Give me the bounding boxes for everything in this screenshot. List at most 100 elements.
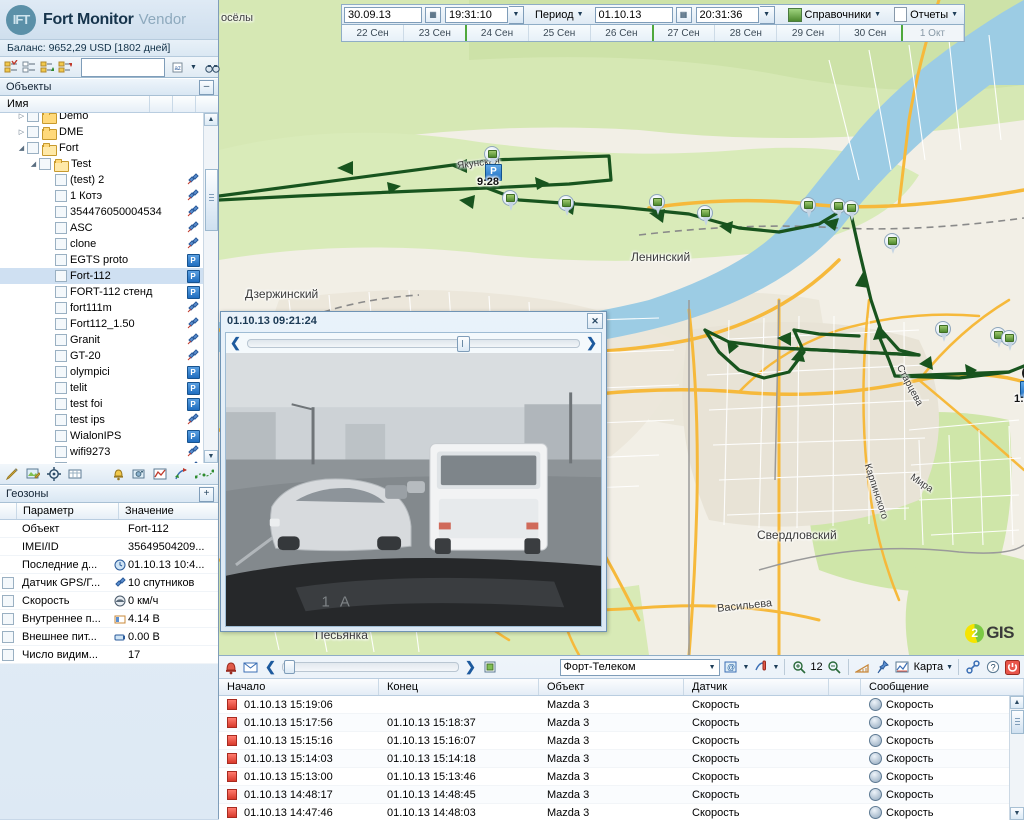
chevron-down-icon[interactable]: ▼ xyxy=(190,64,197,71)
date-from-field[interactable]: 30.09.13 xyxy=(344,6,422,23)
track-point-marker[interactable] xyxy=(884,233,900,255)
tree-checkbox[interactable] xyxy=(55,350,67,362)
chevron-down-icon[interactable]: ▼ xyxy=(743,664,750,671)
tree-checkbox[interactable] xyxy=(55,446,67,458)
date-to-field[interactable]: 01.10.13 xyxy=(594,6,673,23)
tree-row-icon[interactable]: P xyxy=(184,253,202,267)
photo-icon[interactable] xyxy=(131,466,147,482)
track-point-marker[interactable] xyxy=(1001,330,1017,352)
tree-row-icon[interactable]: P xyxy=(184,269,202,283)
tree-item-row[interactable]: clone xyxy=(0,236,204,252)
mail-icon[interactable] xyxy=(242,659,259,676)
param-checkbox-box[interactable] xyxy=(2,594,14,607)
tree-item-row[interactable]: ASC xyxy=(0,220,204,236)
timeline-day[interactable]: 23 Сен xyxy=(404,25,467,41)
tree-checkbox[interactable] xyxy=(55,318,67,330)
tree-checkbox[interactable] xyxy=(55,462,67,463)
scroll-up-button[interactable]: ▲ xyxy=(204,113,218,126)
tree-checkbox[interactable] xyxy=(55,270,67,282)
param-row[interactable]: Число видим... 17 xyxy=(0,646,218,664)
timeline-day[interactable]: 24 Сен xyxy=(465,25,529,41)
tree-item-row[interactable]: Granit xyxy=(0,332,204,348)
bell-icon[interactable] xyxy=(222,659,239,676)
tree-row-icon[interactable]: P xyxy=(184,365,202,379)
period-button[interactable]: Период ▼ xyxy=(531,6,588,23)
tree-row-icon[interactable] xyxy=(184,332,202,348)
param-row[interactable]: Датчик GPS/Г... 10 спутников xyxy=(0,574,218,592)
tree-row-icon[interactable] xyxy=(184,236,202,252)
tree-item-row[interactable]: zond1 xyxy=(0,460,204,463)
track-point-marker[interactable] xyxy=(558,195,574,217)
grid-column-header[interactable] xyxy=(829,679,861,695)
catalogs-button[interactable]: Справочники ▼ xyxy=(784,6,886,23)
tree-checkbox[interactable] xyxy=(39,158,51,170)
table-icon[interactable] xyxy=(67,466,83,482)
tree-item-row[interactable]: test ips xyxy=(0,412,204,428)
at-icon[interactable]: @ xyxy=(723,659,740,676)
chevron-right-icon[interactable]: ▷ xyxy=(16,128,27,136)
calendar-icon[interactable]: ▦ xyxy=(425,6,441,23)
scroll-down-button[interactable]: ▼ xyxy=(204,450,218,463)
chevron-down-icon[interactable]: ◢ xyxy=(28,160,39,168)
expand-tree-icon[interactable] xyxy=(39,58,55,76)
timeline-day[interactable]: 30 Сен xyxy=(840,25,902,41)
zoom-out-icon[interactable] xyxy=(826,659,843,676)
tree-checkbox[interactable] xyxy=(55,254,67,266)
route-icon[interactable] xyxy=(173,466,189,482)
close-icon[interactable]: ✕ xyxy=(587,313,603,329)
tree-item-row[interactable]: test foi P xyxy=(0,396,204,412)
tree-item-row[interactable]: 1 Котэ xyxy=(0,188,204,204)
tree-row-icon[interactable]: P xyxy=(184,285,202,299)
tree-row-icon[interactable] xyxy=(184,300,202,316)
table-row[interactable]: 01.10.13 15:19:06 Mazda 3 Скорость Скорость xyxy=(219,696,1009,714)
tree-row-icon[interactable] xyxy=(184,220,202,236)
timeline-day[interactable]: 26 Сен xyxy=(591,25,654,41)
chevron-down-icon[interactable]: ▼ xyxy=(946,664,953,671)
timeline-day[interactable]: 1 Окт xyxy=(900,25,965,41)
edit-icon[interactable] xyxy=(4,466,20,482)
tree-item-row[interactable]: WialonIPS P xyxy=(0,428,204,444)
map-menu-label[interactable]: Карта xyxy=(914,661,943,673)
search-input[interactable] xyxy=(81,57,165,77)
prev-button[interactable]: ❮ xyxy=(262,659,279,676)
power-icon[interactable] xyxy=(1004,659,1021,676)
track-point-marker[interactable] xyxy=(843,200,859,222)
sort-az-icon[interactable]: az xyxy=(171,58,188,76)
time-to-dropdown-icon[interactable]: ▼ xyxy=(759,5,775,24)
layers-icon[interactable] xyxy=(894,659,911,676)
scroll-up-button[interactable]: ▲ xyxy=(1010,696,1024,709)
table-row[interactable]: 01.10.13 15:17:56 01.10.13 15:18:37 Mazda … xyxy=(219,714,1009,732)
tree-item-row[interactable]: (test) 2 xyxy=(0,172,204,188)
tree-folder-row[interactable]: ▷ Demo xyxy=(0,113,204,124)
target-icon[interactable] xyxy=(46,466,62,482)
tree-checkbox[interactable] xyxy=(55,334,67,346)
timeline-day[interactable]: 22 Сен xyxy=(342,25,405,41)
chevron-down-icon[interactable]: ▼ xyxy=(772,664,779,671)
select-all-icon[interactable] xyxy=(3,58,19,76)
param-checkbox[interactable] xyxy=(0,630,16,643)
add-icon[interactable]: + xyxy=(199,486,214,502)
tree-checkbox[interactable] xyxy=(27,142,39,154)
messages-slider-thumb[interactable] xyxy=(284,660,295,674)
tree-row-icon[interactable] xyxy=(184,204,202,220)
param-checkbox[interactable] xyxy=(0,648,16,661)
tree-folder-row[interactable]: ◢ Test xyxy=(0,156,204,172)
param-row[interactable]: Внешнее пит... 0.00 В xyxy=(0,628,218,646)
tree-item-row[interactable]: Fort112_1.50 xyxy=(0,316,204,332)
reports-button[interactable]: Отчеты ▼ xyxy=(890,6,962,23)
next-button[interactable]: ❯ xyxy=(462,659,479,676)
table-row[interactable]: 01.10.13 15:14:03 01.10.13 15:14:18 Mazda … xyxy=(219,750,1009,768)
grid-column-header[interactable]: Объект xyxy=(539,679,684,695)
tree-checkbox[interactable] xyxy=(55,238,67,250)
operator-select[interactable]: Форт-Телеком ▼ xyxy=(559,658,720,676)
tree-folder-row[interactable]: ▷ DME xyxy=(0,124,204,140)
binoculars-icon[interactable] xyxy=(204,58,221,76)
export-icon[interactable] xyxy=(482,659,499,676)
tree-item-row[interactable]: 354476050004534 xyxy=(0,204,204,220)
tree-item-row[interactable]: fort111m xyxy=(0,300,204,316)
table-row[interactable]: 01.10.13 14:47:46 01.10.13 14:48:03 Mazda … xyxy=(219,804,1009,820)
chevron-right-icon[interactable]: ▷ xyxy=(16,113,27,120)
photo-popup[interactable]: 01.10.13 09:21:24 ✕ ❮ ❯ 1 А xyxy=(220,311,607,632)
tree-checkbox[interactable] xyxy=(55,366,67,378)
tree-row-icon[interactable]: P xyxy=(184,429,202,443)
